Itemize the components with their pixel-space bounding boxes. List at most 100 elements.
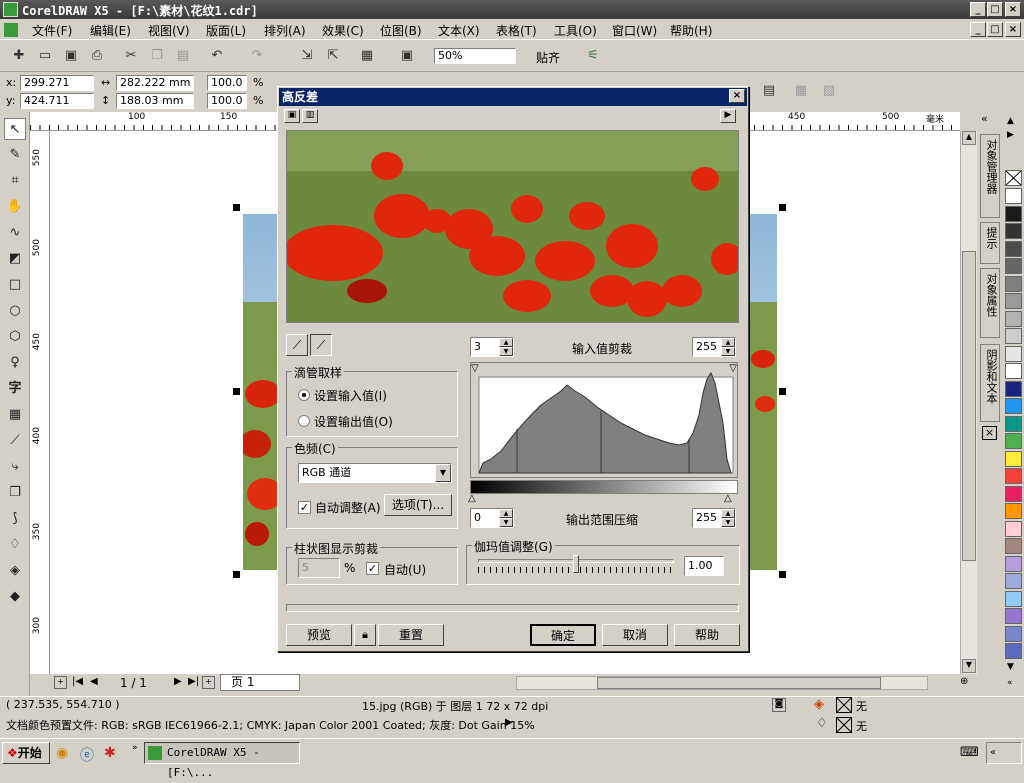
radio-input-value[interactable] — [298, 389, 310, 401]
no-color-swatch[interactable] — [1005, 170, 1022, 186]
options-button[interactable]: 选项(T)... — [384, 494, 452, 516]
gamma-slider-thumb[interactable] — [573, 555, 579, 573]
color-swatch[interactable] — [1005, 188, 1022, 204]
scroll-down-arrow[interactable]: ▼ — [962, 659, 976, 673]
pan-tool-icon[interactable]: ✋ — [4, 196, 26, 218]
color-swatch[interactable] — [1005, 345, 1022, 362]
save-icon[interactable]: ▣ — [60, 45, 82, 67]
freehand-tool-icon[interactable]: ∿ — [4, 222, 26, 244]
color-swatch[interactable] — [1005, 310, 1022, 327]
rectangle-tool-icon[interactable]: □ — [4, 274, 26, 296]
fill-tool-icon[interactable]: ◈ — [4, 560, 26, 582]
profile-arrow-icon[interactable]: ▶ — [505, 717, 513, 728]
black-eyedropper-icon[interactable]: ⟋ — [286, 334, 308, 356]
palette-expand-icon[interactable]: « — [1007, 678, 1013, 688]
palette-scroll-up-icon[interactable]: ▲ — [1007, 116, 1014, 126]
help-button[interactable]: 帮助 — [674, 624, 740, 646]
menu-arrange[interactable]: 排列(A) — [264, 22, 306, 39]
menu-edit[interactable]: 编辑(E) — [90, 22, 131, 39]
spin-down-icon[interactable]: ▼ — [499, 347, 513, 356]
zoom-navigator-icon[interactable]: ⊕ — [960, 676, 974, 690]
fill-none-swatch[interactable] — [836, 697, 852, 713]
spin-up-icon[interactable]: ▲ — [499, 338, 513, 347]
zoom-level-select[interactable]: 50% — [434, 48, 516, 64]
menu-help[interactable]: 帮助(H) — [670, 22, 712, 39]
color-swatch[interactable] — [1005, 643, 1022, 659]
doc-minimize-button[interactable]: _ — [970, 22, 986, 37]
output-low-field[interactable]: 0 ▲ ▼ — [470, 508, 514, 528]
menu-layout[interactable]: 版面(L) — [206, 22, 246, 39]
radio-output-label[interactable]: 设置输出值(O) — [314, 413, 393, 430]
color-swatch[interactable] — [1005, 520, 1022, 537]
output-high-marker-icon[interactable]: △ — [724, 493, 732, 504]
add-page-after-icon[interactable]: + — [202, 676, 215, 689]
spin-up-icon[interactable]: ▲ — [721, 338, 735, 347]
eyedropper-tool-icon[interactable]: ⟆ — [4, 508, 26, 530]
selection-handle[interactable] — [779, 388, 786, 395]
blend-tool-icon[interactable]: ❐ — [4, 482, 26, 504]
cut-icon[interactable]: ✂ — [120, 45, 142, 67]
color-profile-text[interactable]: 文档颜色预置文件: RGB: sRGB IEC61966-2.1; CMYK: … — [6, 717, 535, 733]
last-page-icon[interactable]: ▶| — [188, 676, 199, 687]
color-swatch[interactable] — [1005, 468, 1022, 484]
width-field[interactable]: 282.222 mm — [116, 75, 194, 91]
color-swatch[interactable] — [1005, 240, 1022, 257]
menu-bitmaps[interactable]: 位图(B) — [380, 22, 422, 39]
color-swatch[interactable] — [1005, 573, 1022, 589]
channel-select[interactable]: RGB 通道 ▼ — [298, 463, 452, 483]
color-swatch[interactable] — [1005, 223, 1022, 239]
height-field[interactable]: 188.03 mm — [116, 93, 194, 109]
open-icon[interactable]: ▭ — [34, 45, 56, 67]
color-swatch[interactable] — [1005, 555, 1022, 572]
dialog-close-button[interactable]: × — [729, 89, 745, 103]
spin-up-icon[interactable]: ▲ — [721, 509, 735, 518]
selection-handle[interactable] — [233, 204, 240, 211]
auto-adjust-checkbox[interactable]: ✓ — [298, 501, 311, 514]
taskbar-coreldraw-button[interactable]: CorelDRAW X5 - [F:\... — [144, 742, 300, 779]
start-button[interactable]: ❖开始 — [2, 742, 50, 764]
spin-up-icon[interactable]: ▲ — [499, 509, 513, 518]
copy-icon[interactable]: ❐ — [146, 45, 168, 67]
menu-tools[interactable]: 工具(O) — [554, 22, 597, 39]
selection-handle[interactable] — [233, 388, 240, 395]
expand-preview-icon[interactable]: ▶ — [720, 109, 736, 123]
app-icon-red[interactable]: ✱ — [104, 745, 116, 761]
dropdown-arrow-icon[interactable]: ▼ — [435, 464, 451, 482]
prev-page-icon[interactable]: ◀ — [90, 676, 98, 687]
preview-button[interactable]: 预览 — [286, 624, 352, 646]
auto-adjust-label[interactable]: 自动调整(A) — [315, 499, 381, 516]
color-swatch[interactable] — [1005, 275, 1022, 292]
reset-button[interactable]: 重置 — [378, 624, 444, 646]
color-swatch[interactable] — [1005, 258, 1022, 274]
crop-tool-icon[interactable]: ⌗ — [4, 170, 26, 192]
auto-clip-checkbox[interactable]: ✓ — [366, 562, 379, 575]
paste-icon[interactable]: ▤ — [172, 45, 194, 67]
welcome-screen-icon[interactable]: ▣ — [396, 45, 418, 67]
next-page-icon[interactable]: ▶ — [174, 676, 182, 687]
add-page-icon[interactable]: + — [54, 676, 67, 689]
color-swatch[interactable] — [1005, 503, 1022, 519]
color-swatch[interactable] — [1005, 538, 1022, 554]
color-swatch[interactable] — [1005, 205, 1022, 222]
minimize-button[interactable]: _ — [970, 2, 986, 17]
color-swatch[interactable] — [1005, 590, 1022, 607]
color-proof-icon[interactable]: ◙ — [772, 698, 786, 712]
export-icon[interactable]: ⇱ — [322, 45, 344, 67]
quicklaunch-more-icon[interactable]: » — [132, 743, 138, 753]
outline-tool-icon[interactable]: ♢ — [4, 534, 26, 556]
selection-handle[interactable] — [233, 571, 240, 578]
gamma-value-field[interactable]: 1.00 — [684, 556, 724, 576]
resample-icon[interactable]: ▧ — [818, 80, 840, 102]
input-high-field[interactable]: 255 ▲ ▼ — [692, 337, 736, 357]
color-swatch[interactable] — [1005, 363, 1022, 379]
new-icon[interactable]: ✚ — [8, 45, 30, 67]
y-position-field[interactable]: 424.711 mm — [20, 93, 94, 121]
text-tool-icon[interactable]: 字 — [4, 378, 26, 400]
color-swatch[interactable] — [1005, 433, 1022, 449]
trace-bitmap-icon[interactable]: ▤ — [758, 80, 780, 102]
doc-restore-button[interactable]: □ — [987, 22, 1003, 37]
app-launcher-icon[interactable]: ▦ — [356, 45, 378, 67]
scroll-thumb[interactable] — [962, 251, 976, 561]
docker-tab-hints[interactable]: 提示 — [980, 222, 1000, 264]
menu-file[interactable]: 文件(F) — [32, 22, 72, 39]
